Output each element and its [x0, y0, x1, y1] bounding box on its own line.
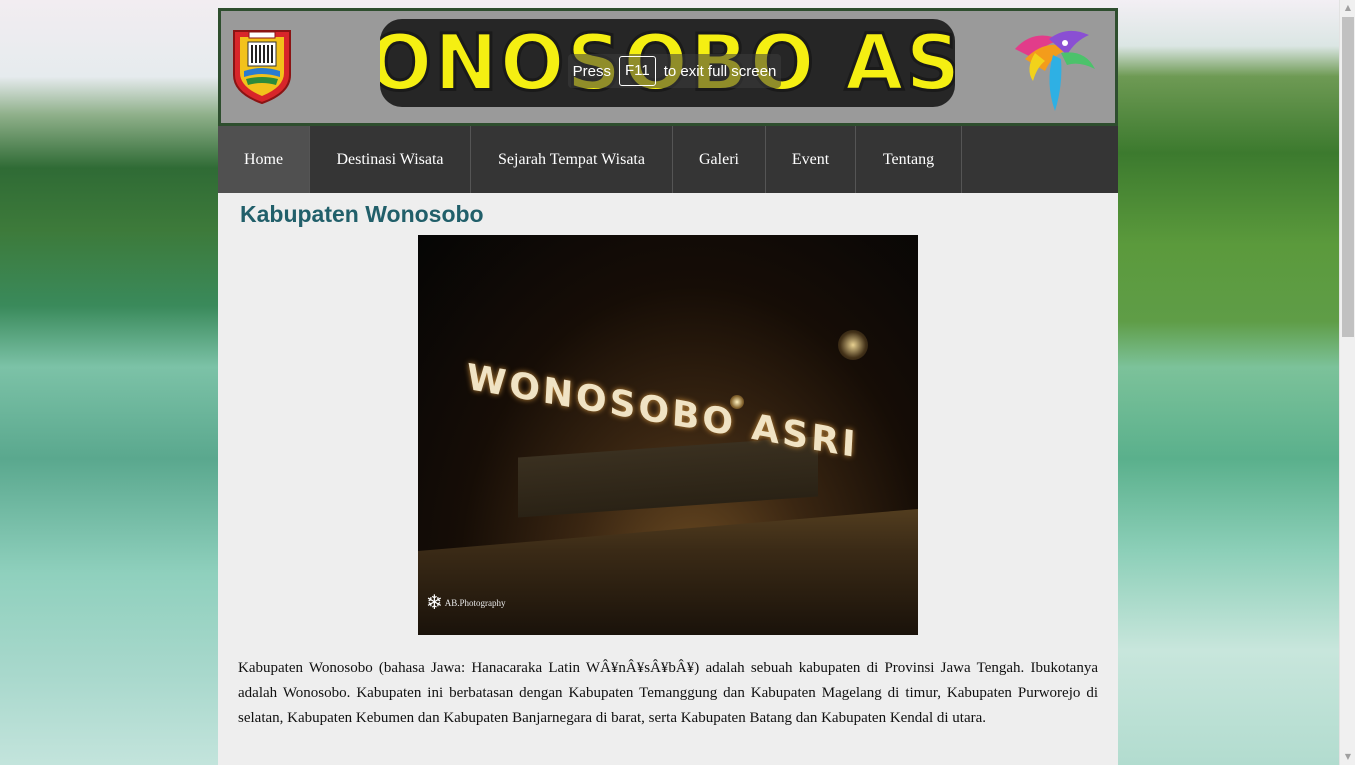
scroll-thumb[interactable] — [1342, 17, 1354, 337]
page-container: WONOSOBO ASRI Press F11 to exit full scr… — [218, 8, 1118, 765]
background-lake-right — [1118, 0, 1339, 765]
photo-road — [418, 509, 918, 635]
regency-crest-icon — [231, 27, 293, 105]
tourism-bird-logo-icon — [1005, 19, 1101, 119]
main-navigation: Home Destinasi Wisata Sejarah Tempat Wis… — [218, 126, 1118, 193]
bokeh-light-icon — [838, 330, 868, 360]
wonosobo-night-photo: WONOSOBO ASRI ❄ AB.Photography — [418, 235, 918, 635]
photo-credit-text: AB.Photography — [444, 598, 506, 608]
background-lake-left — [0, 0, 218, 765]
fullscreen-key-badge: F11 — [619, 56, 656, 86]
fullscreen-notice-suffix: to exit full screen — [663, 62, 777, 80]
scroll-down-arrow-icon[interactable]: ▼ — [1340, 749, 1355, 765]
nav-item-home[interactable]: Home — [218, 126, 310, 193]
fullscreen-notice-prefix: Press — [572, 62, 612, 80]
street-lamp-icon — [730, 395, 744, 409]
nav-item-galeri[interactable]: Galeri — [673, 126, 766, 193]
intro-paragraph: Kabupaten Wonosobo (bahasa Jawa: Hanacar… — [238, 660, 1098, 726]
scroll-up-arrow-icon[interactable]: ▲ — [1340, 0, 1355, 16]
site-header: WONOSOBO ASRI Press F11 to exit full scr… — [218, 8, 1118, 126]
nav-item-destinasi-wisata[interactable]: Destinasi Wisata — [310, 126, 471, 193]
page-title: Kabupaten Wonosobo — [240, 201, 484, 227]
nav-item-event[interactable]: Event — [766, 126, 856, 193]
vertical-scrollbar[interactable]: ▲ ▼ — [1339, 0, 1355, 765]
snowflake-watermark-icon: ❄ — [426, 592, 443, 614]
nav-item-sejarah-tempat-wisata[interactable]: Sejarah Tempat Wisata — [471, 126, 673, 193]
nav-item-tentang[interactable]: Tentang — [856, 126, 962, 193]
photo-credit: ❄ AB.Photography — [426, 593, 506, 613]
fullscreen-notice: Press F11 to exit full screen — [568, 54, 781, 88]
